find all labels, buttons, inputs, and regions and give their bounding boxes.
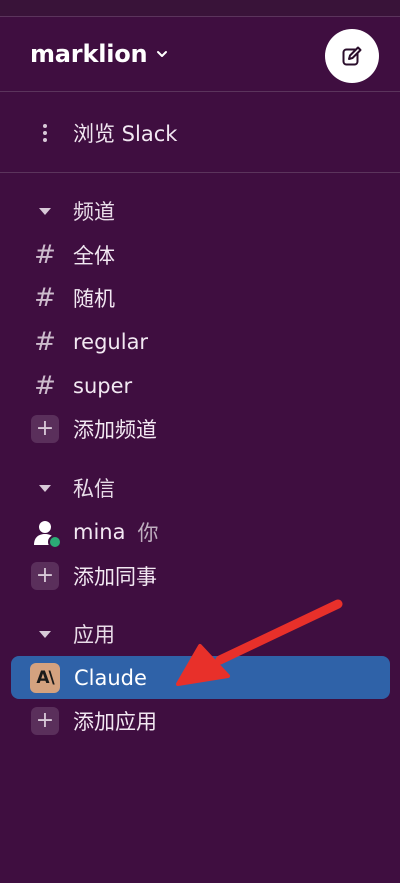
channel-name: 全体 <box>73 244 115 268</box>
channel-item[interactable]: # super <box>0 366 400 406</box>
self-tag: 你 <box>137 521 159 545</box>
plus-icon: + <box>31 707 59 735</box>
browse-section: 浏览 Slack <box>0 92 400 173</box>
channel-item[interactable]: # 随机 <box>0 278 400 318</box>
channel-name: regular <box>73 330 149 354</box>
compose-icon <box>342 46 362 66</box>
claude-app-icon: A\ <box>30 662 60 693</box>
caret-down-icon <box>30 630 60 638</box>
hash-icon: # <box>34 327 56 357</box>
vertical-dots-icon <box>30 124 60 142</box>
dm-item[interactable]: mina 你 <box>0 512 400 552</box>
plus-icon: + <box>31 415 59 443</box>
add-coworker-button[interactable]: + 添加同事 <box>0 556 400 596</box>
add-channel-label: 添加频道 <box>73 418 157 442</box>
browse-slack-item[interactable]: 浏览 Slack <box>0 113 400 153</box>
channels-section-title: 频道 <box>73 200 115 224</box>
apps-section-title: 应用 <box>73 623 115 647</box>
plus-icon: + <box>31 562 59 590</box>
add-channel-button[interactable]: + 添加频道 <box>0 409 400 449</box>
caret-down-icon <box>30 207 60 215</box>
workspace-switcher[interactable]: marklion <box>30 40 169 68</box>
hash-icon: # <box>34 240 56 270</box>
add-app-lead: + <box>30 707 60 735</box>
workspace-header: marklion <box>0 17 400 92</box>
channel-item[interactable]: # 全体 <box>0 235 400 275</box>
workspace-name: marklion <box>30 40 148 68</box>
apps-section-header[interactable]: 应用 <box>0 614 400 654</box>
dms-section-header[interactable]: 私信 <box>0 468 400 508</box>
dm-avatar-wrap <box>30 517 62 549</box>
compose-button[interactable] <box>325 29 379 83</box>
hash-icon: # <box>34 371 56 401</box>
channel-name: 随机 <box>73 287 115 311</box>
app-item-claude[interactable]: A\ Claude <box>11 656 390 699</box>
presence-indicator <box>48 535 62 549</box>
hash-icon: # <box>34 283 56 313</box>
channels-section-header[interactable]: 频道 <box>0 191 400 231</box>
caret-down-icon <box>30 484 60 492</box>
window-top-strip <box>0 0 400 17</box>
app-name: Claude <box>74 665 147 690</box>
channel-item[interactable]: # regular <box>0 322 400 362</box>
add-app-button[interactable]: + 添加应用 <box>0 701 400 741</box>
browse-slack-label: 浏览 Slack <box>73 122 178 146</box>
user-avatar-icon <box>30 517 62 549</box>
add-channel-lead: + <box>30 415 60 443</box>
add-coworker-label: 添加同事 <box>73 565 157 589</box>
dms-section-title: 私信 <box>73 477 115 501</box>
add-coworker-lead: + <box>30 562 60 590</box>
channel-name: super <box>73 374 133 398</box>
chevron-down-icon <box>157 51 168 57</box>
dm-name: mina <box>73 520 126 544</box>
add-app-label: 添加应用 <box>73 710 157 734</box>
